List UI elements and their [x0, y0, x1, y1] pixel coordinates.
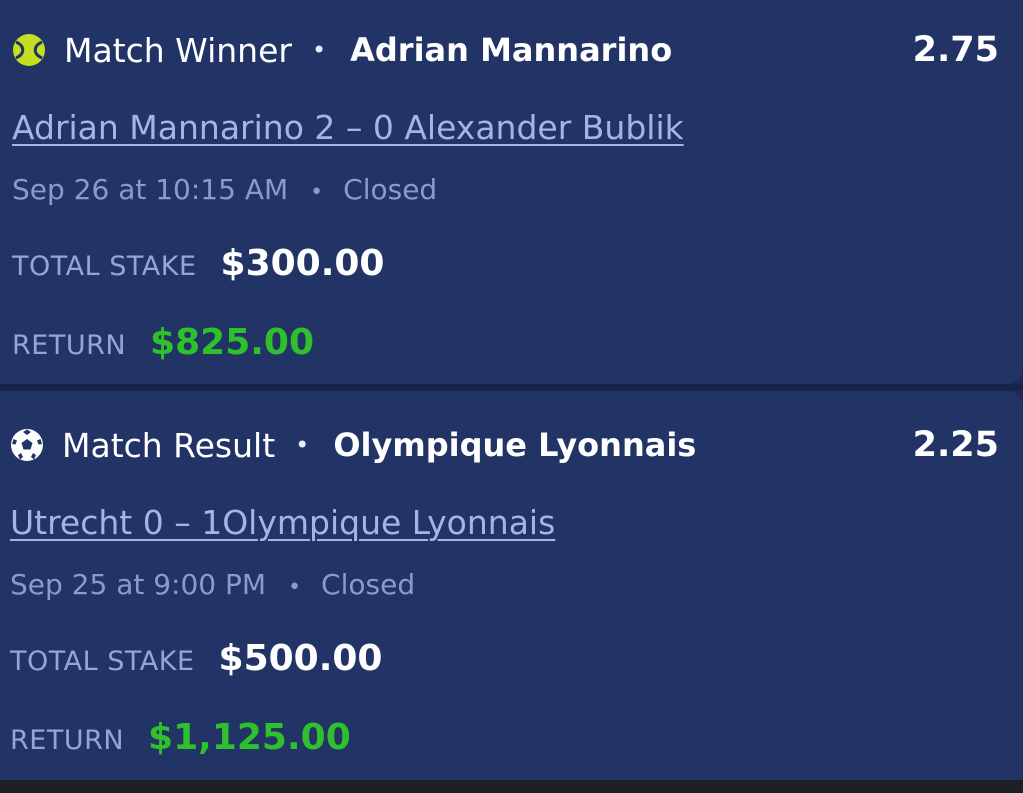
stake-row: TOTAL STAKE $500.00 [10, 638, 382, 679]
tennis-ball-icon [12, 33, 46, 67]
market-row: Match Result • Olympique Lyonnais 2.25 [10, 422, 999, 468]
bet-history-page: Match Winner • Adrian Mannarino 2.75 Adr… [0, 0, 1023, 793]
event-status: Closed [321, 568, 416, 601]
return-amount: $825.00 [150, 322, 315, 363]
soccer-ball-icon [10, 428, 44, 462]
stake-row: TOTAL STAKE $300.00 [12, 243, 384, 284]
event-link[interactable]: Utrecht 0 – 1Olympique Lyonnais [10, 503, 555, 543]
stake-amount: $300.00 [220, 243, 385, 284]
selection-name: Adrian Mannarino [350, 31, 673, 69]
market-label: Match Result [62, 425, 276, 465]
stake-amount: $500.00 [218, 638, 383, 679]
market-label: Match Winner [64, 30, 292, 70]
return-label: RETURN [12, 330, 127, 361]
market-row: Match Winner • Adrian Mannarino 2.75 [12, 27, 999, 73]
separator-dot: • [310, 180, 324, 205]
bottom-bar [0, 780, 1023, 793]
return-row: RETURN $825.00 [12, 322, 314, 363]
return-label: RETURN [10, 725, 125, 756]
bet-card[interactable]: Match Winner • Adrian Mannarino 2.75 Adr… [0, 0, 1023, 384]
return-row: RETURN $1,125.00 [10, 717, 351, 758]
return-amount: $1,125.00 [148, 717, 351, 758]
stake-label: TOTAL STAKE [12, 251, 197, 282]
event-status: Closed [343, 173, 438, 206]
separator-dot: • [311, 36, 327, 64]
event-meta: Sep 25 at 9:00 PM • Closed [10, 568, 415, 602]
odds-value: 2.75 [912, 29, 999, 70]
stake-label: TOTAL STAKE [10, 646, 195, 677]
odds-value: 2.25 [912, 424, 999, 465]
event-datetime: Sep 25 at 9:00 PM [10, 568, 267, 601]
bet-card[interactable]: Match Result • Olympique Lyonnais 2.25 U… [0, 391, 1023, 780]
event-meta: Sep 26 at 10:15 AM • Closed [12, 173, 437, 207]
event-link[interactable]: Adrian Mannarino 2 – 0 Alexander Bublik [12, 108, 684, 148]
event-datetime: Sep 26 at 10:15 AM [12, 173, 289, 206]
selection-name: Olympique Lyonnais [333, 426, 697, 464]
card-divider [0, 384, 1023, 391]
separator-dot: • [288, 575, 302, 600]
separator-dot: • [295, 431, 310, 459]
